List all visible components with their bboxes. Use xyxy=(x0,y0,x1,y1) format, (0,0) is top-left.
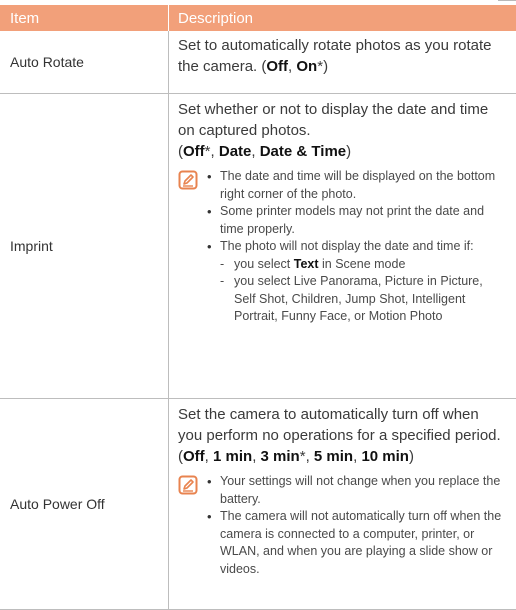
table-header: Item Description xyxy=(0,5,516,31)
sub-list: - you select Text in Scene mode - you sele… xyxy=(220,256,502,326)
description-text: Set whether or not to display the date a… xyxy=(178,101,489,160)
note-list: • Your settings will not change when you … xyxy=(206,473,502,578)
note-pencil-icon xyxy=(178,475,198,495)
description-auto-rotate: Set to automatically rotate photos as yo… xyxy=(169,31,516,93)
description-auto-power-off: Set the camera to automatically turn off… xyxy=(169,399,516,609)
page-corner-mark xyxy=(498,0,516,4)
table-row-auto-power-off: Auto Power Off Set the camera to automat… xyxy=(0,399,516,610)
note-list: • The date and time will be displayed on … xyxy=(206,168,502,326)
note-box: • Your settings will not change when you … xyxy=(178,473,502,578)
table-row-imprint: Imprint Set whether or not to display th… xyxy=(0,94,516,399)
settings-table: Item Description Auto Rotate Set to auto… xyxy=(0,5,516,610)
note-box: • The date and time will be displayed on … xyxy=(178,168,502,326)
sub-list-item: - you select Text in Scene mode xyxy=(220,256,406,271)
item-imprint: Imprint xyxy=(0,94,169,398)
table-row-auto-rotate: Auto Rotate Set to automatically rotate … xyxy=(0,31,516,94)
note-pencil-icon xyxy=(178,170,198,190)
item-auto-power-off: Auto Power Off xyxy=(0,399,169,609)
list-item: • The camera will not automatically turn … xyxy=(207,509,502,576)
list-item: • Your settings will not change when you … xyxy=(207,474,501,506)
item-auto-rotate: Auto Rotate xyxy=(0,31,169,93)
description-text: Set the camera to automatically turn off… xyxy=(178,406,501,465)
description-text: Set to automatically rotate photos as yo… xyxy=(178,37,492,75)
description-imprint: Set whether or not to display the date a… xyxy=(169,94,516,398)
header-description: Description xyxy=(178,9,254,27)
list-item: • Some printer models may not print the d… xyxy=(207,204,485,236)
sub-list-item: - you select Live Panorama, Picture in Pi… xyxy=(220,274,483,323)
list-item: • The photo will not display the date and… xyxy=(206,238,502,326)
list-item: • The date and time will be displayed on … xyxy=(207,169,496,201)
header-item: Item xyxy=(0,5,169,31)
